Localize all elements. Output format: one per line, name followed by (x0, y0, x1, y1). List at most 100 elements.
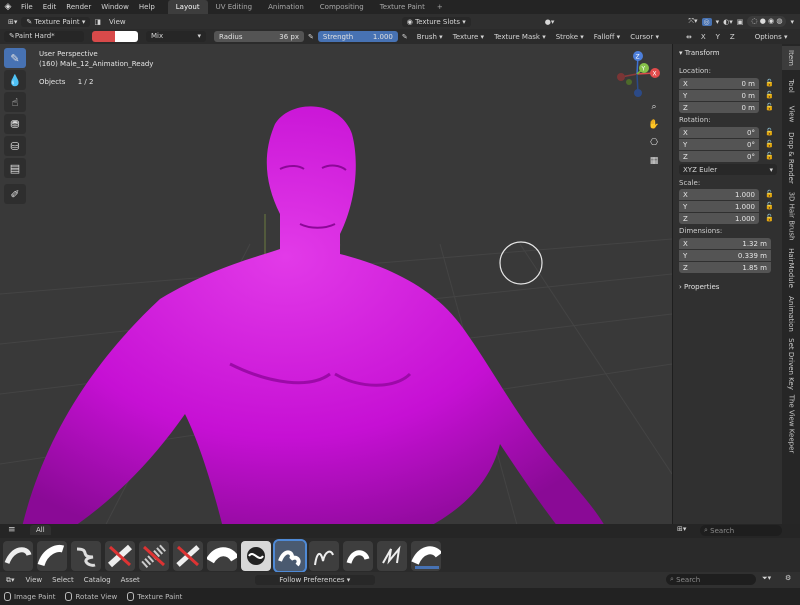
bottom-menu-catalog[interactable]: Catalog (79, 573, 116, 587)
scale-z-field[interactable]: Z 1.000 (679, 213, 759, 224)
location-x-field[interactable]: X 0 m (679, 78, 759, 89)
texture-menu[interactable]: Texture ▾ (448, 33, 489, 41)
rotation-y-field[interactable]: Y 0° (679, 139, 759, 150)
brush-thumb-10-icon[interactable] (309, 541, 339, 571)
stroke-menu[interactable]: Stroke ▾ (551, 33, 589, 41)
color-swatch-secondary[interactable] (115, 31, 138, 42)
brush-thumb-1-icon[interactable] (3, 541, 33, 571)
rotation-z-field[interactable]: Z 0° (679, 151, 759, 162)
menu-window[interactable]: Window (96, 0, 134, 14)
editor-type-icon[interactable]: ⧉▾ (6, 576, 15, 585)
falloff-menu[interactable]: Falloff ▾ (589, 33, 625, 41)
sphere-shading-icon[interactable]: ●▾ (545, 18, 555, 26)
lock-icon[interactable]: 🔓 (765, 103, 774, 111)
properties-header[interactable]: › Properties (679, 283, 719, 291)
display-options-icon[interactable]: ⊞▾ (677, 525, 686, 533)
overlay-dropdown-icon[interactable]: ▾ (716, 18, 720, 26)
tab-view[interactable]: View (782, 102, 800, 126)
brush-thumb-6-icon[interactable] (173, 541, 203, 571)
tab-3d-hair-brush[interactable]: 3D Hair Brush (782, 190, 800, 242)
transform-header[interactable]: ▾ Transform (679, 49, 720, 57)
dimensions-y-field[interactable]: Y 0.339 m (679, 250, 771, 261)
workspace-tab-animation[interactable]: Animation (260, 0, 312, 14)
rotation-x-field[interactable]: X 0° (679, 127, 759, 138)
mask-toggle-icon[interactable]: ◨ (90, 18, 105, 26)
brush-thumb-selected-icon[interactable] (273, 539, 307, 573)
axis-z-toggle[interactable]: Z (725, 33, 740, 41)
brush-thumb-2-icon[interactable] (37, 541, 67, 571)
bottom-menu-asset[interactable]: Asset (116, 573, 145, 587)
rotation-mode-dropdown[interactable]: XYZ Euler ▾ (679, 164, 777, 175)
shelf-tab-all[interactable]: All (30, 525, 51, 535)
annotate-tool-icon[interactable]: ✐ (4, 184, 26, 204)
add-workspace-button[interactable]: + (433, 3, 447, 11)
options-menu[interactable]: Options ▾ (750, 33, 793, 41)
brush-thumb-13-icon[interactable] (411, 541, 441, 571)
pressure-strength-icon[interactable]: ✎ (398, 33, 412, 41)
editor-type-icon[interactable]: ⊞▾ (4, 18, 21, 26)
brush-thumb-4-icon[interactable] (105, 541, 135, 571)
brush-thumb-3-icon[interactable] (71, 541, 101, 571)
dimensions-z-field[interactable]: Z 1.85 m (679, 262, 771, 273)
blend-mode-dropdown[interactable]: Mix ▾ (146, 31, 206, 42)
ortho-grid-icon[interactable]: ▦ (647, 154, 661, 168)
scale-x-field[interactable]: X 1.000 (679, 189, 759, 200)
workspace-tab-texture-paint[interactable]: Texture Paint (372, 0, 433, 14)
strength-field[interactable]: Strength 1.000 (317, 31, 398, 42)
axis-y-toggle[interactable]: Y (711, 33, 725, 41)
pan-hand-icon[interactable]: ✋ (647, 118, 661, 132)
tab-hairmodule[interactable]: HairModule (782, 246, 800, 290)
brush-thumb-12-icon[interactable] (377, 541, 407, 571)
follow-preferences-dropdown[interactable]: Follow Preferences ▾ (254, 575, 375, 585)
tab-tool[interactable]: Tool (782, 74, 800, 98)
bottom-menu-view[interactable]: View (21, 573, 48, 587)
draw-brush-tool-icon[interactable]: ✎ (4, 48, 26, 68)
lock-icon[interactable]: 🔓 (765, 152, 774, 160)
texture-mask-menu[interactable]: Texture Mask ▾ (489, 33, 551, 41)
lock-icon[interactable]: 🔓 (765, 140, 774, 148)
camera-view-icon[interactable]: ⎔ (647, 136, 661, 150)
pressure-radius-icon[interactable]: ✎ (304, 33, 318, 41)
tab-item[interactable]: Item (782, 46, 800, 70)
mode-dropdown[interactable]: ✎ Texture Paint ▾ (21, 16, 91, 27)
location-z-field[interactable]: Z 0 m (679, 102, 759, 113)
gizmo-toggle-icon[interactable]: ⤧▾ (688, 17, 697, 26)
overlay-toggle-icon[interactable]: ◎ (701, 17, 712, 26)
location-y-field[interactable]: Y 0 m (679, 90, 759, 101)
view-menu[interactable]: View (105, 18, 130, 26)
color-swatch-primary[interactable] (92, 31, 115, 42)
tab-drop-render[interactable]: Drop & Render (782, 130, 800, 186)
brush-dropdown[interactable]: ✎ Paint Hard* (4, 31, 84, 42)
workspace-tab-layout[interactable]: Layout (167, 0, 208, 14)
radius-field[interactable]: Radius 36 px (214, 31, 304, 42)
mask-tool-icon[interactable]: ▤ (4, 158, 26, 178)
texture-slots-dropdown[interactable]: ◉ Texture Slots ▾ (401, 16, 471, 27)
lock-icon[interactable]: 🔓 (765, 79, 774, 87)
workspace-tab-uv-editing[interactable]: UV Editing (208, 0, 261, 14)
soften-tool-icon[interactable]: 💧 (4, 70, 26, 90)
3d-viewport[interactable]: X Z Y ✎ 💧 ☝ ⛃ ⛁ ▤ ✐ User Perspective (16… (0, 44, 672, 536)
shading-mode-group[interactable]: ◌ ● ◉ ◍ (747, 16, 787, 27)
brush-thumb-7-icon[interactable] (207, 541, 237, 571)
dimensions-x-field[interactable]: X 1.32 m (679, 238, 771, 249)
blender-logo-icon[interactable]: ◈ (0, 2, 16, 12)
xray-toggle-icon[interactable]: ◐▾ (723, 18, 733, 26)
menu-edit[interactable]: Edit (38, 0, 62, 14)
fill-tool-icon[interactable]: ⛁ (4, 136, 26, 156)
clone-tool-icon[interactable]: ⛃ (4, 114, 26, 134)
shading-dropdown-icon[interactable]: ▾ (790, 18, 794, 26)
tab-set-driven-key[interactable]: Set Driven Key (782, 338, 800, 390)
lock-icon[interactable]: 🔓 (765, 91, 774, 99)
cursor-menu[interactable]: Cursor ▾ (625, 33, 664, 41)
xray-icon[interactable]: ▣ (737, 18, 744, 26)
settings-icon[interactable]: ⚙ (785, 574, 791, 582)
brush-thumb-5-icon[interactable] (139, 541, 169, 571)
menu-render[interactable]: Render (61, 0, 96, 14)
brush-menu[interactable]: Brush ▾ (412, 33, 448, 41)
menu-help[interactable]: Help (134, 0, 160, 14)
shelf-search-input[interactable]: ⌕ Search (700, 525, 782, 536)
workspace-tab-compositing[interactable]: Compositing (312, 0, 372, 14)
bottom-menu-select[interactable]: Select (47, 573, 79, 587)
filter-icon[interactable]: ⏷▾ (762, 574, 771, 583)
hamburger-menu-icon[interactable]: ≡ (8, 525, 16, 535)
